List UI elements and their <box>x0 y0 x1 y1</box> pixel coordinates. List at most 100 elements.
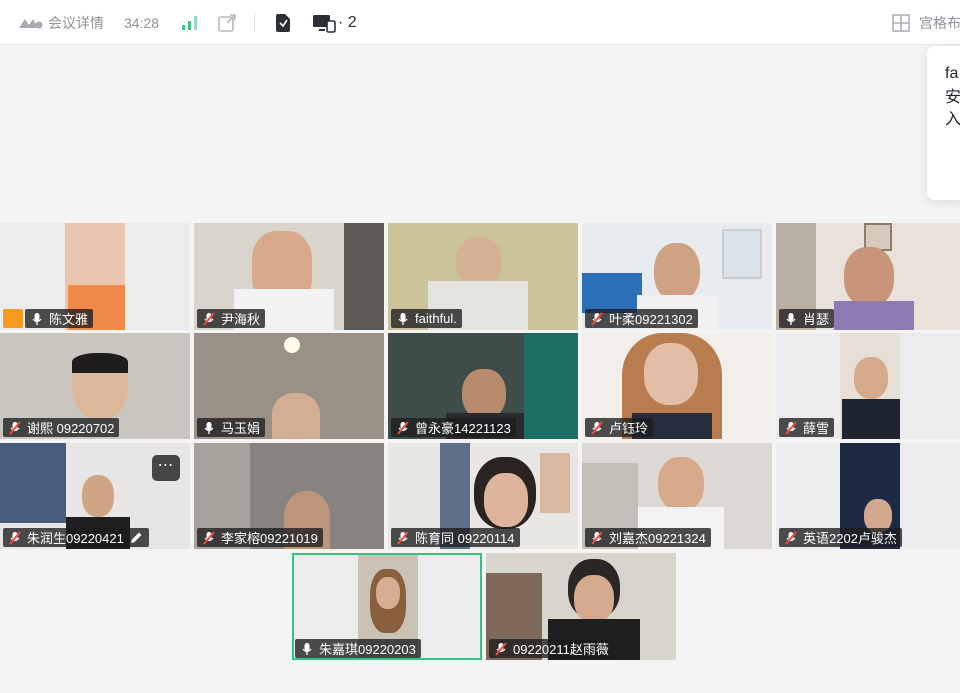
participant-name: 刘嘉杰09221324 <box>609 531 706 546</box>
notification-popup[interactable]: fa 安 入 <box>927 46 960 200</box>
video-tile[interactable]: 曾永豪14221123 <box>388 333 578 439</box>
video-feed <box>272 393 320 439</box>
participant-label: 谢熙 09220702 <box>3 418 120 437</box>
mic-muted-icon <box>783 420 799 436</box>
meeting-logo-icon <box>19 18 43 29</box>
mic-muted-icon <box>201 530 217 546</box>
video-tile[interactable]: 陈育同 09220114 <box>388 443 578 549</box>
video-tile[interactable]: 叶柔09221302 <box>582 223 772 330</box>
video-feed <box>462 369 506 419</box>
mic-icon <box>299 641 315 657</box>
mic-muted-icon <box>395 530 411 546</box>
popup-text-line-1: fa <box>945 65 959 82</box>
pop-out-button[interactable] <box>217 0 237 45</box>
participant-name: 薛雪 <box>803 421 830 436</box>
video-feed <box>654 243 700 301</box>
grid-layout-icon <box>892 13 910 32</box>
mic-muted-icon <box>395 420 411 436</box>
network-signal-button[interactable] <box>181 0 199 45</box>
video-tile[interactable]: 陈文雅 <box>0 223 190 330</box>
participant-name: 朱嘉琪09220203 <box>319 642 416 657</box>
mic-muted-icon <box>589 311 605 327</box>
participant-label: 陈育同 09220114 <box>391 528 520 547</box>
participant-name: 叶柔09221302 <box>609 312 693 327</box>
mic-icon <box>783 311 799 327</box>
video-tile[interactable]: 马玉娟 <box>194 333 384 439</box>
external-window-icon <box>218 13 236 32</box>
participant-name: 陈育同 09220114 <box>415 531 515 546</box>
mic-muted-icon <box>589 530 605 546</box>
top-bar: 会议详情 34:28 · 2 宫格布 <box>0 0 960 45</box>
participant-label: 朱润生09220421 <box>3 528 149 547</box>
participant-label: 李家榕09221019 <box>197 528 323 547</box>
meeting-details-button[interactable]: 会议详情 <box>18 0 104 45</box>
signal-bars-icon <box>182 15 197 30</box>
participant-name: 马玉娟 <box>221 421 261 436</box>
participant-name: faithful. <box>415 311 457 326</box>
mic-muted-icon <box>493 641 509 657</box>
participant-label: 陈文雅 <box>25 309 94 328</box>
video-tile[interactable]: 肖瑟 <box>776 223 960 330</box>
video-tile[interactable]: faithful. <box>388 223 578 330</box>
video-feed <box>574 575 614 623</box>
more-options-button[interactable]: ⋯ <box>152 455 180 481</box>
participant-label: 曾永豪14221123 <box>391 418 516 437</box>
screen-share-count-button[interactable]: · 2 <box>312 0 357 45</box>
mic-muted-icon <box>783 530 799 546</box>
participant-label: 朱嘉琪09220203 <box>295 639 421 658</box>
popup-text-line-2: 安 <box>945 89 960 106</box>
edit-pen-icon <box>128 530 144 546</box>
mic-muted-icon <box>589 420 605 436</box>
participant-label: 英语2202卢骏杰 <box>779 528 902 547</box>
video-feed <box>658 457 704 511</box>
video-tile[interactable]: 李家榕09221019 <box>194 443 384 549</box>
video-tile[interactable]: 谢熙 09220702 <box>0 333 190 439</box>
participant-label: 09220211赵雨薇 <box>489 639 614 658</box>
video-feed <box>456 237 502 287</box>
video-tile[interactable]: 09220211赵雨薇 <box>486 553 676 660</box>
toolbar-divider <box>254 13 255 32</box>
document-icon <box>276 13 290 32</box>
video-tile[interactable]: 英语2202卢骏杰 <box>776 443 960 549</box>
participant-name: 卢钰玲 <box>609 421 649 436</box>
screen-share-count: · 2 <box>338 13 357 31</box>
screen-share-icon <box>313 14 336 33</box>
participant-label: 肖瑟 <box>779 309 835 328</box>
host-badge-icon <box>3 309 23 328</box>
notes-button[interactable] <box>274 0 292 45</box>
mic-icon <box>29 311 45 327</box>
participant-label: 薛雪 <box>779 418 835 437</box>
popup-text-line-3: 入 <box>945 111 960 128</box>
video-tile[interactable]: 卢钰玲 <box>582 333 772 439</box>
participant-label: 刘嘉杰09221324 <box>585 528 711 547</box>
participant-name: 尹海秋 <box>221 312 261 327</box>
video-tile[interactable]: ⋯ 朱润生09220421 <box>0 443 190 549</box>
video-feed <box>644 343 698 405</box>
meeting-timer: 34:28 <box>124 14 160 31</box>
participant-name: 朱润生09220421 <box>27 531 124 546</box>
video-tile[interactable]: 薛雪 <box>776 333 960 439</box>
video-feed <box>844 247 894 307</box>
video-feed <box>82 475 114 517</box>
participant-name: 09220211赵雨薇 <box>513 642 609 657</box>
video-tile-active-speaker[interactable]: 朱嘉琪09220203 <box>292 553 482 660</box>
participant-label: faithful. <box>391 309 462 328</box>
mic-icon <box>201 420 217 436</box>
participant-name: 谢熙 09220702 <box>27 421 115 436</box>
grid-layout-button[interactable]: 宫格布 <box>892 0 960 45</box>
mic-icon <box>395 311 411 327</box>
participant-name: 英语2202卢骏杰 <box>803 531 897 546</box>
mic-muted-icon <box>7 530 23 546</box>
layout-label: 宫格布 <box>919 14 960 31</box>
video-feed <box>484 473 528 527</box>
participant-label: 马玉娟 <box>197 418 266 437</box>
mic-muted-icon <box>201 311 217 327</box>
participant-name: 李家榕09221019 <box>221 531 318 546</box>
participant-name: 肖瑟 <box>803 312 830 327</box>
video-tile[interactable]: 刘嘉杰09221324 <box>582 443 772 549</box>
video-tile[interactable]: 尹海秋 <box>194 223 384 330</box>
participant-name: 曾永豪14221123 <box>415 421 511 436</box>
meeting-details-label: 会议详情 <box>48 14 104 31</box>
mic-muted-icon <box>7 420 23 436</box>
participant-label: 叶柔09221302 <box>585 309 698 328</box>
